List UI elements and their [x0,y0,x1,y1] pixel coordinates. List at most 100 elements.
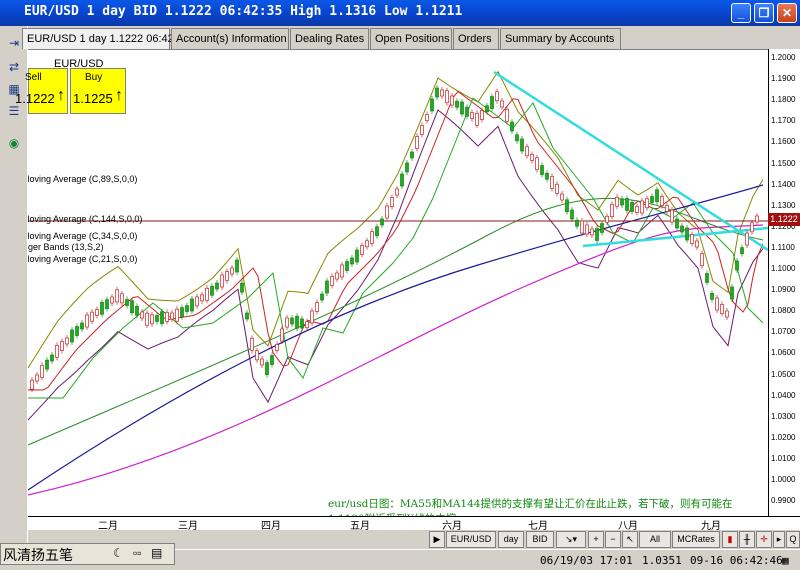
candlestick [670,209,674,223]
all-button[interactable]: All [639,531,671,548]
trend-line-upper [493,70,768,252]
bar-chart-icon[interactable]: ╫ [739,531,755,548]
candlestick [665,205,669,212]
candlestick [635,206,639,213]
candlestick [255,350,259,361]
crosshair-icon[interactable]: ✛ [756,531,772,548]
symbol-button[interactable]: EUR/USD [446,531,496,548]
minimize-icon[interactable]: _ [731,3,751,23]
candlestick [275,344,279,351]
candlestick [220,274,224,288]
chart-annotation: eur/usd日图：MA55和MA144提供的支撑有望让汇价在此止跌，若下破，则… [328,498,733,516]
pin-icon[interactable]: ⇥ [4,34,24,52]
indicator-label-ma144: Moving Average (C,144,S,0,0) [28,214,143,224]
candlestick [75,326,79,336]
zoom-in-icon[interactable]: + [588,531,604,548]
y-tick-label: 1.1400 [771,179,796,189]
candlestick [335,272,339,280]
candlestick [240,282,244,293]
candlestick [90,311,94,322]
sell-label: Sell [25,72,42,83]
scroll-right-icon[interactable]: ▸ [773,531,785,548]
candlestick [715,297,719,311]
price-type-button[interactable]: BID [526,531,554,548]
play-button[interactable]: ▶ [429,531,445,548]
candlestick [710,292,714,300]
candlestick [515,134,519,142]
restore-icon[interactable]: ❐ [754,3,774,23]
close-icon[interactable]: ✕ [777,3,797,23]
sell-button[interactable]: Sell 1.1222 ↑ [15,68,68,114]
tab-account-information[interactable]: Account(s) Information [171,28,289,49]
window-title: EUR/USD 1 day BID 1.1222 06:42:35 High 1… [24,4,463,19]
sell-arrow-up-icon: ↑ [57,87,65,104]
candlestick [65,337,69,345]
period-button[interactable]: day [498,531,524,548]
candlestick [130,300,134,314]
chart-canvas [28,70,768,496]
ma21-line [28,90,764,391]
candlestick [615,196,619,207]
price-chart[interactable]: Moving Average (C,89,S,0,0) Moving Avera… [28,49,768,516]
candlestick [535,157,539,171]
candlestick [545,172,549,180]
ma55-line [28,197,764,446]
ime-toolbar[interactable]: 风清扬五笔 ☾ ▫▫ ▤ [0,543,175,565]
candlestick [170,312,174,320]
y-tick-label: 1.0200 [771,432,796,442]
candlestick [370,231,374,244]
candlestick [745,232,749,246]
candlestick [300,318,304,329]
indicator-label-ma89: Moving Average (C,89,S,0,0) [28,174,138,184]
cursor-icon[interactable]: ↖ [622,531,638,548]
candlestick [105,299,109,310]
globe-icon[interactable]: ◉ [4,134,24,152]
candlestick [295,315,299,329]
candlestick [180,307,184,317]
y-tick-label: 1.2000 [771,53,796,62]
line-tool-icon[interactable]: ↘▾ [556,531,586,548]
candlestick [225,271,229,281]
candlestick [500,100,504,108]
candlestick [260,358,264,366]
moon-icon[interactable]: ☾ [113,546,124,560]
tab-orders[interactable]: Orders [453,28,499,49]
keyboard-icon[interactable]: ▤ [151,546,162,560]
candlestick [135,305,139,316]
candlestick [235,259,239,273]
rates-button[interactable]: MCRates [672,531,720,548]
candlestick [365,240,369,248]
zoom-out-icon[interactable]: − [605,531,621,548]
indicator-label-ma34: Moving Average (C,34,S,0,0) [28,231,138,241]
candlestick [285,317,289,328]
tab-summary-by-accounts[interactable]: Summary by Accounts [500,28,621,49]
candle-icon[interactable]: ▮ [722,531,738,548]
buy-button[interactable]: Buy 1.1225 ↑ [70,68,126,114]
connection-icon: ▦ [782,554,789,567]
candlestick [525,146,529,157]
candlestick [125,299,129,306]
current-price-tag: 1.1222 [768,213,800,226]
time-axis: 二月 三月 四月 五月 六月 七月 八月 九月 [28,516,800,532]
tab-chart[interactable]: EUR/USD 1 day 1.1222 06:42:35 [22,28,189,49]
tab-dealing-rates[interactable]: Dealing Rates [290,28,369,49]
candlestick [350,257,354,265]
q-button[interactable]: Q [786,531,800,548]
tab-open-positions[interactable]: Open Positions [370,28,452,49]
candlestick [420,125,424,135]
title-bar: EUR/USD 1 day BID 1.1222 06:42:35 High 1… [0,0,800,26]
candlestick [555,183,559,194]
candlestick [35,374,39,382]
quote-box: EUR/USD Sell 1.1222 ↑ Buy 1.1225 ↑ [15,58,126,114]
candlestick [60,341,64,351]
candlestick [165,311,169,322]
punctuation-icon[interactable]: ▫▫ [133,546,142,560]
candlestick [445,90,449,104]
candlestick [265,362,269,376]
candlestick [330,276,334,286]
candlestick [215,282,219,290]
swap-icon[interactable]: ⇄ [4,58,24,76]
candlestick [430,98,434,112]
candlestick [55,344,59,358]
candlestick [270,355,274,365]
